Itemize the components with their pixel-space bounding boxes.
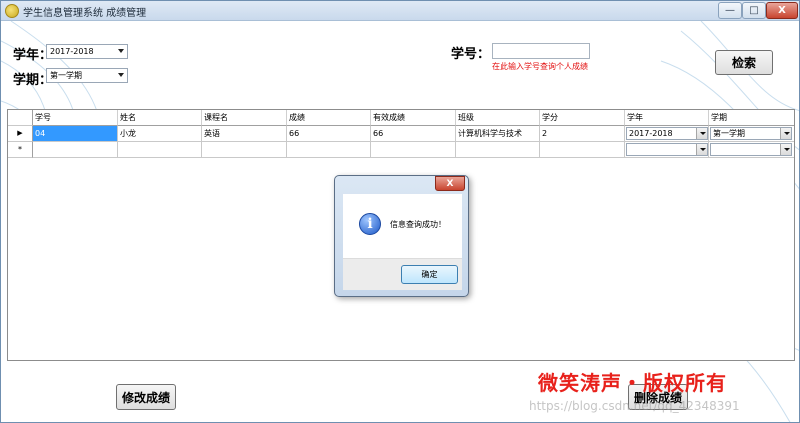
table-cell[interactable] [371,142,456,158]
chevron-down-icon [780,128,791,139]
dialog-message: 信息查询成功！ [390,220,446,229]
new-row-indicator[interactable]: * [8,142,33,158]
table-cell: 第一学期 [709,126,794,142]
term-cell-select[interactable] [710,143,792,156]
table-cell[interactable]: 英语 [202,126,287,142]
column-header[interactable]: 有效成绩 [371,110,456,126]
row-indicator[interactable]: ▶ [8,126,33,142]
window-title: 学生信息管理系统 成绩管理 [23,8,147,19]
title-bar: 学生信息管理系统 成绩管理 — □ X [1,1,799,21]
table-cell [709,142,794,158]
chevron-down-icon [118,73,124,77]
table-header: 学号 姓名 课程名 成绩 有效成绩 班级 学分 学年 学期 [8,110,794,126]
header-corner [8,110,33,126]
url-watermark: https://blog.csdn.net/qq_42348391 [529,399,740,413]
column-header[interactable]: 班级 [456,110,540,126]
term-select-value: 第一学期 [50,71,82,80]
table-new-row[interactable]: * [8,142,794,158]
term-cell-value: 第一学期 [713,129,745,138]
table-cell [625,142,709,158]
student-id-label: 学号： [451,47,491,62]
search-button[interactable]: 检索 [715,50,773,75]
column-header[interactable]: 成绩 [287,110,371,126]
column-header[interactable]: 课程名 [202,110,287,126]
chevron-down-icon [118,49,124,53]
table-cell[interactable]: 2 [540,126,625,142]
term-select[interactable]: 第一学期 [46,68,128,83]
close-button[interactable]: X [766,2,798,19]
student-id-hint: 在此输入学号查询个人成绩 [492,62,588,71]
table-cell[interactable] [33,142,118,158]
year-select-value: 2017-2018 [50,47,94,56]
column-header[interactable]: 学年 [625,110,709,126]
column-header[interactable]: 姓名 [118,110,202,126]
student-id-input[interactable] [492,43,590,59]
column-header[interactable]: 学号 [33,110,118,126]
column-header[interactable]: 学期 [709,110,794,126]
table-cell[interactable] [540,142,625,158]
info-icon: i [359,213,381,235]
chevron-down-icon [696,144,707,155]
table-cell[interactable] [456,142,540,158]
copyright-watermark: 微笑涛声・版权所有 [538,371,727,395]
year-cell-select[interactable] [626,143,708,156]
year-select[interactable]: 2017-2018 [46,44,128,59]
app-icon [5,4,19,18]
table-cell[interactable]: 小龙 [118,126,202,142]
table-cell: 2017-2018 [625,126,709,142]
chevron-down-icon [696,128,707,139]
dialog-close-button[interactable]: X [435,176,465,191]
dialog-footer: 确定 [343,258,462,290]
modify-grade-button[interactable]: 修改成绩 [116,384,176,410]
dialog-body: i 信息查询成功！ [343,194,462,258]
table-cell[interactable]: 66 [287,126,371,142]
table-cell[interactable] [202,142,287,158]
year-cell-value: 2017-2018 [629,129,673,138]
chevron-down-icon [780,144,791,155]
ok-button[interactable]: 确定 [401,265,458,284]
term-cell-select[interactable]: 第一学期 [710,127,792,140]
table-cell[interactable]: 04 [33,126,118,142]
minimize-button[interactable]: — [718,2,742,19]
table-cell[interactable] [287,142,371,158]
table-row[interactable]: ▶ 04 小龙 英语 66 66 计算机科学与技术 2 2017-2018 第一… [8,126,794,142]
message-dialog: X i 信息查询成功！ 确定 [334,175,469,297]
year-cell-select[interactable]: 2017-2018 [626,127,708,140]
table-cell[interactable] [118,142,202,158]
column-header[interactable]: 学分 [540,110,625,126]
app-window: 学生信息管理系统 成绩管理 — □ X 学年： 2017-2018 学期： 第一… [0,0,800,423]
table-cell[interactable]: 66 [371,126,456,142]
maximize-button[interactable]: □ [742,2,766,19]
table-cell[interactable]: 计算机科学与技术 [456,126,540,142]
